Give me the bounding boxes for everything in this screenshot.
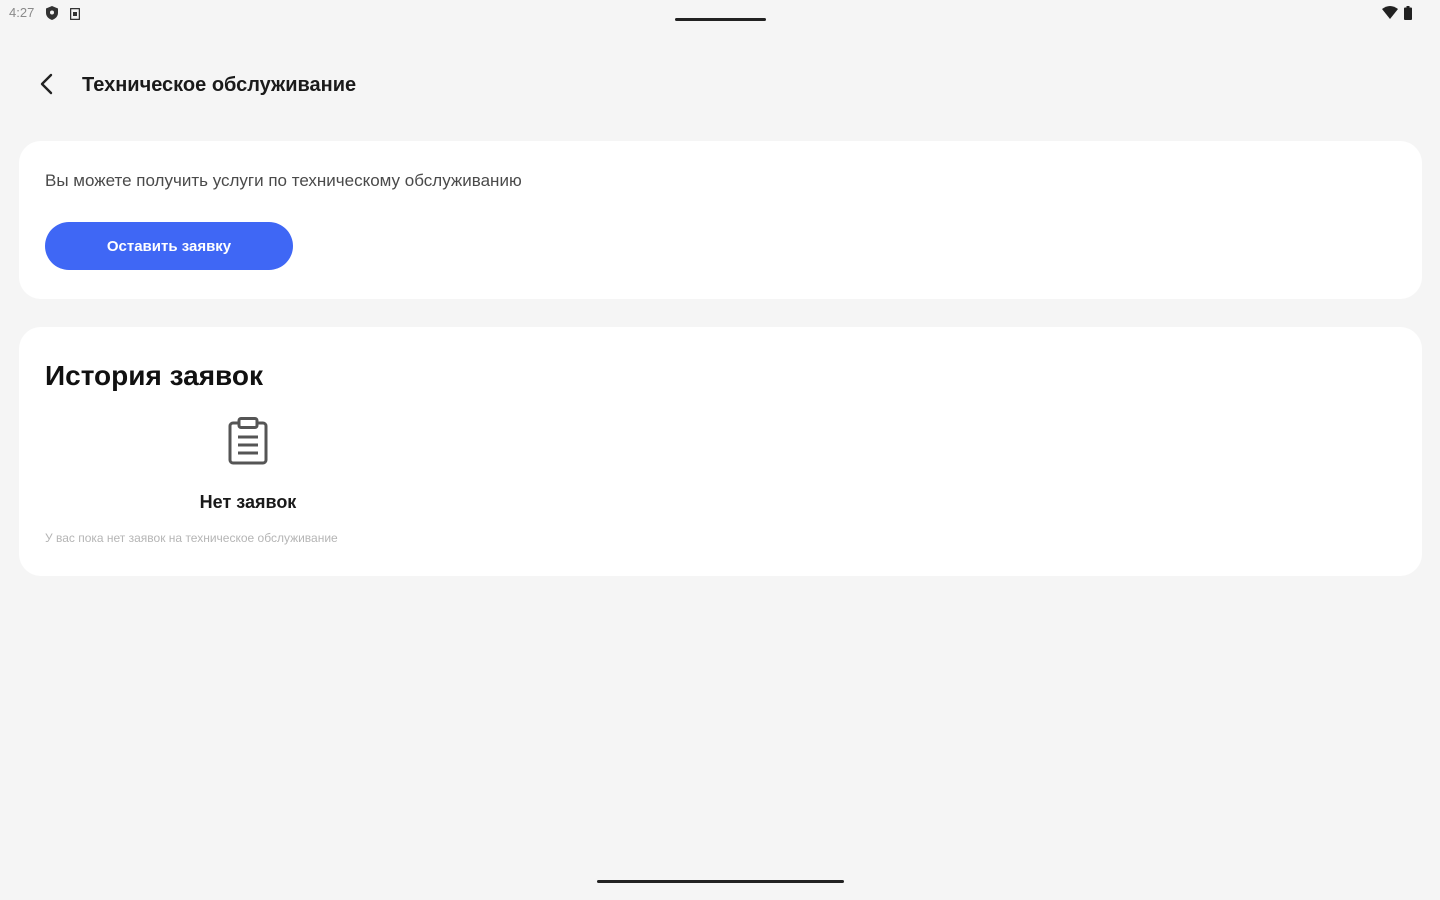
page-title: Техническое обслуживание <box>82 74 357 96</box>
status-right-icons <box>1382 6 1412 25</box>
empty-state-title: Нет заявок <box>199 492 297 512</box>
wifi-icon <box>1382 6 1398 25</box>
history-title: История заявок <box>45 360 263 391</box>
shield-icon <box>46 6 58 25</box>
home-indicator[interactable] <box>597 880 844 883</box>
battery-icon <box>1404 6 1412 25</box>
app-header: Техническое обслуживание <box>0 60 1440 112</box>
clipboard-icon <box>226 417 270 465</box>
status-time: 4:27 <box>9 5 35 20</box>
status-left-icons <box>46 6 81 25</box>
top-handle <box>675 18 766 21</box>
request-history-card: История заявок Нет заявок У вас пока нет… <box>19 327 1422 576</box>
service-card: Вы можете получить услуги по техническом… <box>19 141 1422 299</box>
sim-icon <box>69 7 81 25</box>
chevron-left-icon <box>39 73 53 100</box>
submit-request-button[interactable]: Оставить заявку <box>45 222 293 270</box>
service-description: Вы можете получить услуги по техническом… <box>45 171 522 190</box>
back-button[interactable] <box>26 68 66 104</box>
status-bar: 4:27 <box>0 0 1440 28</box>
empty-state-subtitle: У вас пока нет заявок на техническое обс… <box>45 531 338 545</box>
